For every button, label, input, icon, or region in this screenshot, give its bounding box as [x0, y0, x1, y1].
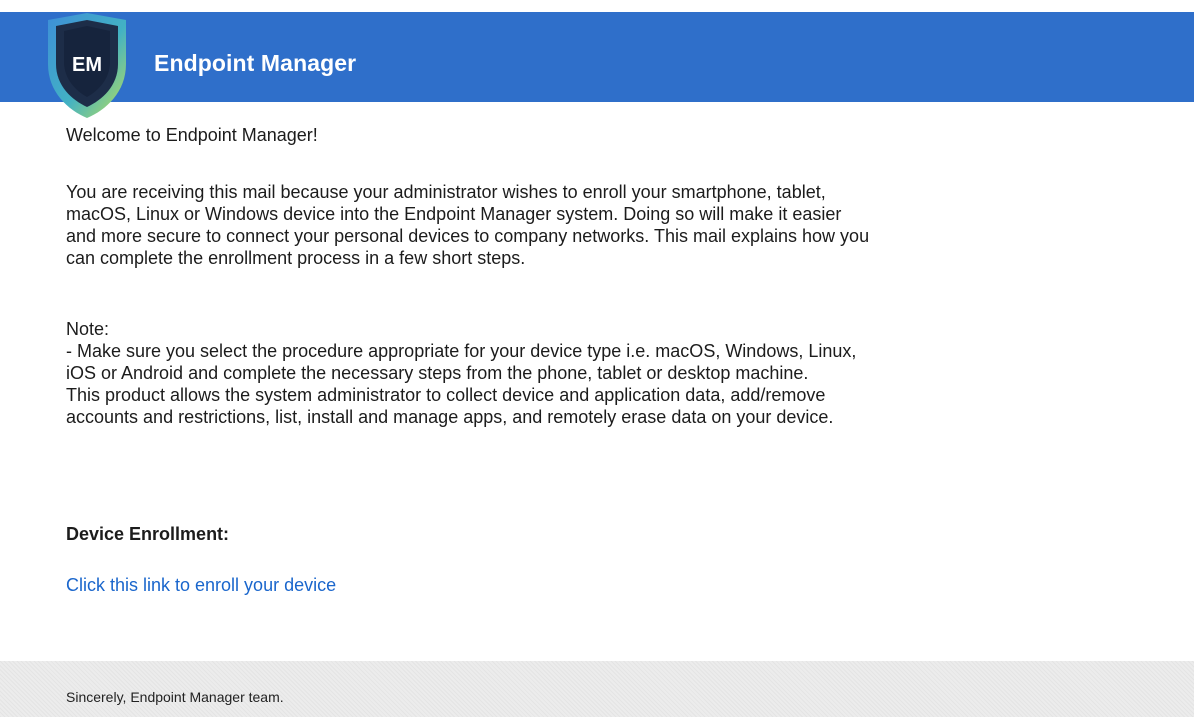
note-paragraph: - Make sure you select the procedure app…	[66, 341, 857, 427]
email-header: Endpoint Manager	[0, 12, 1194, 102]
signoff-text: Sincerely, Endpoint Manager team.	[66, 689, 284, 705]
note-label: Note:	[66, 319, 110, 339]
app-title: Endpoint Manager	[154, 50, 357, 76]
endpoint-manager-shield-logo: EM	[48, 13, 126, 118]
enroll-device-link[interactable]: Click this link to enroll your device	[66, 574, 336, 596]
intro-paragraph: You are receiving this mail because your…	[66, 182, 870, 268]
logo-text: EM	[72, 54, 102, 76]
email-footer: Sincerely, Endpoint Manager team.	[0, 661, 1194, 717]
greeting-text: Welcome to Endpoint Manager!	[66, 125, 318, 145]
device-enrollment-heading: Device Enrollment:	[66, 524, 230, 544]
